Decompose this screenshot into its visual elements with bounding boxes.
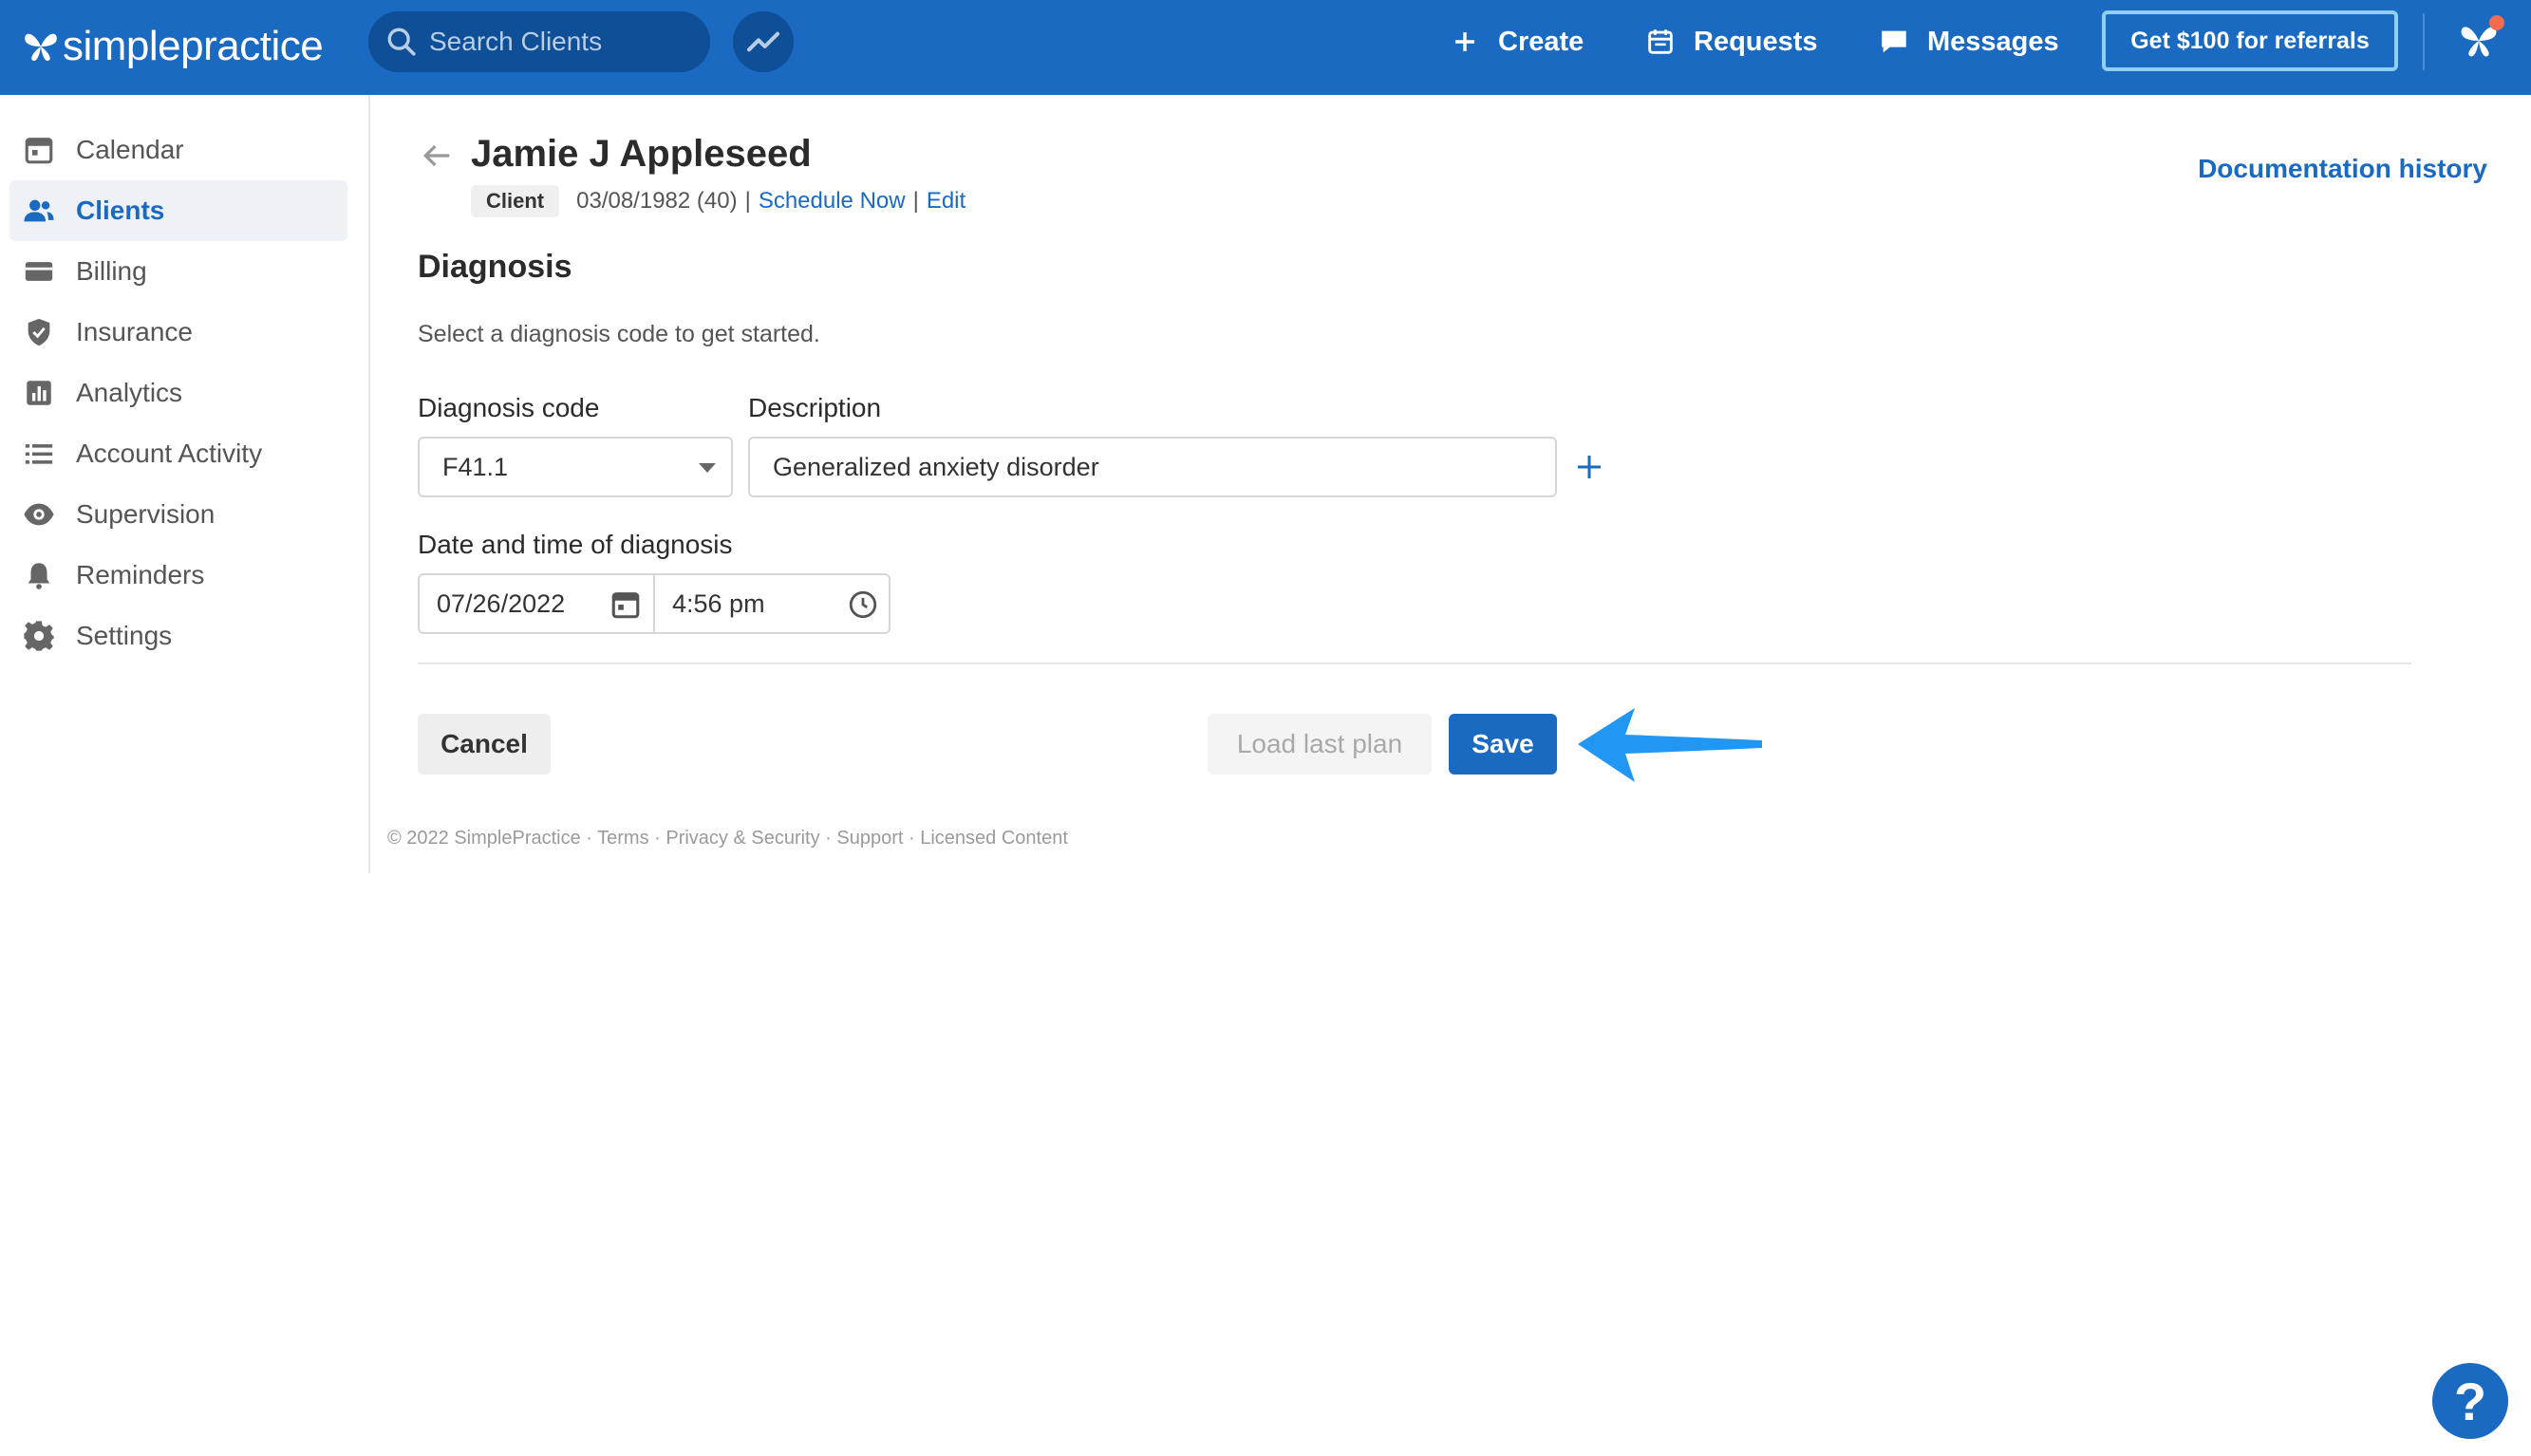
save-button[interactable]: Save: [1449, 714, 1557, 775]
search-input[interactable]: [429, 27, 695, 57]
client-badge: Client: [471, 185, 560, 217]
sidebar-item-clients[interactable]: Clients: [9, 180, 347, 241]
sidebar-item-label: Reminders: [76, 560, 205, 589]
sidebar-item-reminders[interactable]: Reminders: [9, 545, 347, 606]
sidebar-item-label: Insurance: [76, 317, 193, 346]
meta-separator: |: [912, 188, 919, 214]
messages-button[interactable]: Messages: [1878, 19, 2059, 65]
cancel-button[interactable]: Cancel: [418, 714, 551, 775]
datetime-label: Date and time of diagnosis: [418, 530, 733, 559]
footer-text: © 2022 SimplePractice · Terms · Privacy …: [387, 828, 1068, 849]
time-input[interactable]: 4:56 pm: [655, 575, 889, 632]
logo-text: simplepractice: [63, 23, 324, 69]
sidebar-item-label: Analytics: [76, 378, 183, 407]
dropdown-caret-icon: [699, 463, 716, 473]
sidebar-item-calendar[interactable]: Calendar: [9, 120, 347, 180]
insights-button[interactable]: [733, 11, 794, 72]
diagnosis-code-select[interactable]: F41.1: [418, 437, 733, 497]
calendar-icon: [25, 138, 53, 164]
clock-icon[interactable]: [847, 588, 879, 621]
sidebar-item-billing[interactable]: Billing: [9, 241, 347, 302]
billing-icon: [25, 262, 53, 281]
help-button[interactable]: ?: [2432, 1363, 2508, 1439]
bell-icon: [28, 563, 50, 589]
bar-chart-icon: [27, 381, 51, 405]
schedule-now-link[interactable]: Schedule Now: [759, 188, 906, 215]
account-menu[interactable]: [2457, 15, 2504, 63]
datetime-field: 07/26/2022 4:56 pm: [418, 573, 891, 634]
sidebar-item-label: Clients: [76, 196, 165, 225]
sidebar-item-insurance[interactable]: Insurance: [9, 302, 347, 363]
requests-button[interactable]: Requests: [1644, 19, 1818, 65]
client-dob: 03/08/1982 (40): [576, 188, 738, 214]
back-arrow-icon[interactable]: [418, 137, 456, 175]
sidebar-item-label: Billing: [76, 256, 147, 286]
sidebar: Calendar Clients Billing Insurance Analy…: [0, 95, 370, 873]
description-label: Description: [748, 393, 882, 422]
notification-dot: [2489, 15, 2504, 30]
load-last-plan-button[interactable]: Load last plan: [1208, 714, 1432, 775]
sidebar-item-settings[interactable]: Settings: [9, 606, 347, 666]
diagnosis-hint: Select a diagnosis code to get started.: [418, 321, 820, 347]
messages-label: Messages: [1927, 26, 2059, 57]
diagnosis-code-value: F41.1: [442, 452, 509, 481]
calendar-icon[interactable]: [609, 588, 642, 621]
annotation-arrow-icon: [1578, 708, 1762, 782]
documentation-history-link[interactable]: Documentation history: [2198, 154, 2487, 184]
eye-icon: [24, 503, 54, 526]
sidebar-item-account-activity[interactable]: Account Activity: [9, 423, 347, 484]
time-value: 4:56 pm: [672, 588, 765, 618]
search-clients-box[interactable]: [368, 11, 710, 72]
requests-label: Requests: [1694, 26, 1818, 57]
form-divider: [418, 663, 2411, 664]
sidebar-item-analytics[interactable]: Analytics: [9, 363, 347, 423]
top-navigation-bar: simplepractice Create Requests Messages …: [0, 0, 2531, 95]
sidebar-item-label: Supervision: [76, 499, 216, 529]
edit-client-link[interactable]: Edit: [927, 188, 966, 215]
search-icon: [387, 28, 416, 56]
diagnosis-code-label: Diagnosis code: [418, 393, 600, 422]
shield-icon: [28, 318, 50, 346]
simplepractice-logo[interactable]: simplepractice: [21, 13, 324, 80]
meta-separator: |: [744, 188, 751, 214]
date-input[interactable]: 07/26/2022: [420, 575, 655, 632]
diagnosis-section-title: Diagnosis: [418, 249, 572, 285]
date-value: 07/26/2022: [437, 588, 566, 618]
clients-icon: [24, 199, 54, 222]
sidebar-item-label: Settings: [76, 621, 173, 650]
sidebar-item-supervision[interactable]: Supervision: [9, 484, 347, 545]
butterfly-logo-icon: [25, 33, 57, 62]
create-button[interactable]: Create: [1449, 19, 1584, 65]
sidebar-item-label: Account Activity: [76, 439, 263, 468]
gear-icon: [24, 621, 54, 651]
sidebar-item-label: Calendar: [76, 135, 184, 164]
trending-up-icon: [747, 31, 779, 52]
plus-icon: [1455, 32, 1474, 51]
client-name: Jamie J Appleseed: [471, 133, 812, 175]
description-input[interactable]: [748, 437, 1557, 497]
add-diagnosis-plus-icon[interactable]: [1572, 450, 1606, 484]
client-meta: Client 03/08/1982 (40) | Schedule Now | …: [471, 184, 966, 218]
calendar-request-icon: [1648, 29, 1673, 54]
create-label: Create: [1498, 26, 1584, 57]
referral-button[interactable]: Get $100 for referrals: [2102, 10, 2398, 71]
chat-bubble-icon: [1882, 30, 1906, 53]
topbar-divider: [2423, 13, 2425, 70]
list-icon: [25, 444, 53, 464]
